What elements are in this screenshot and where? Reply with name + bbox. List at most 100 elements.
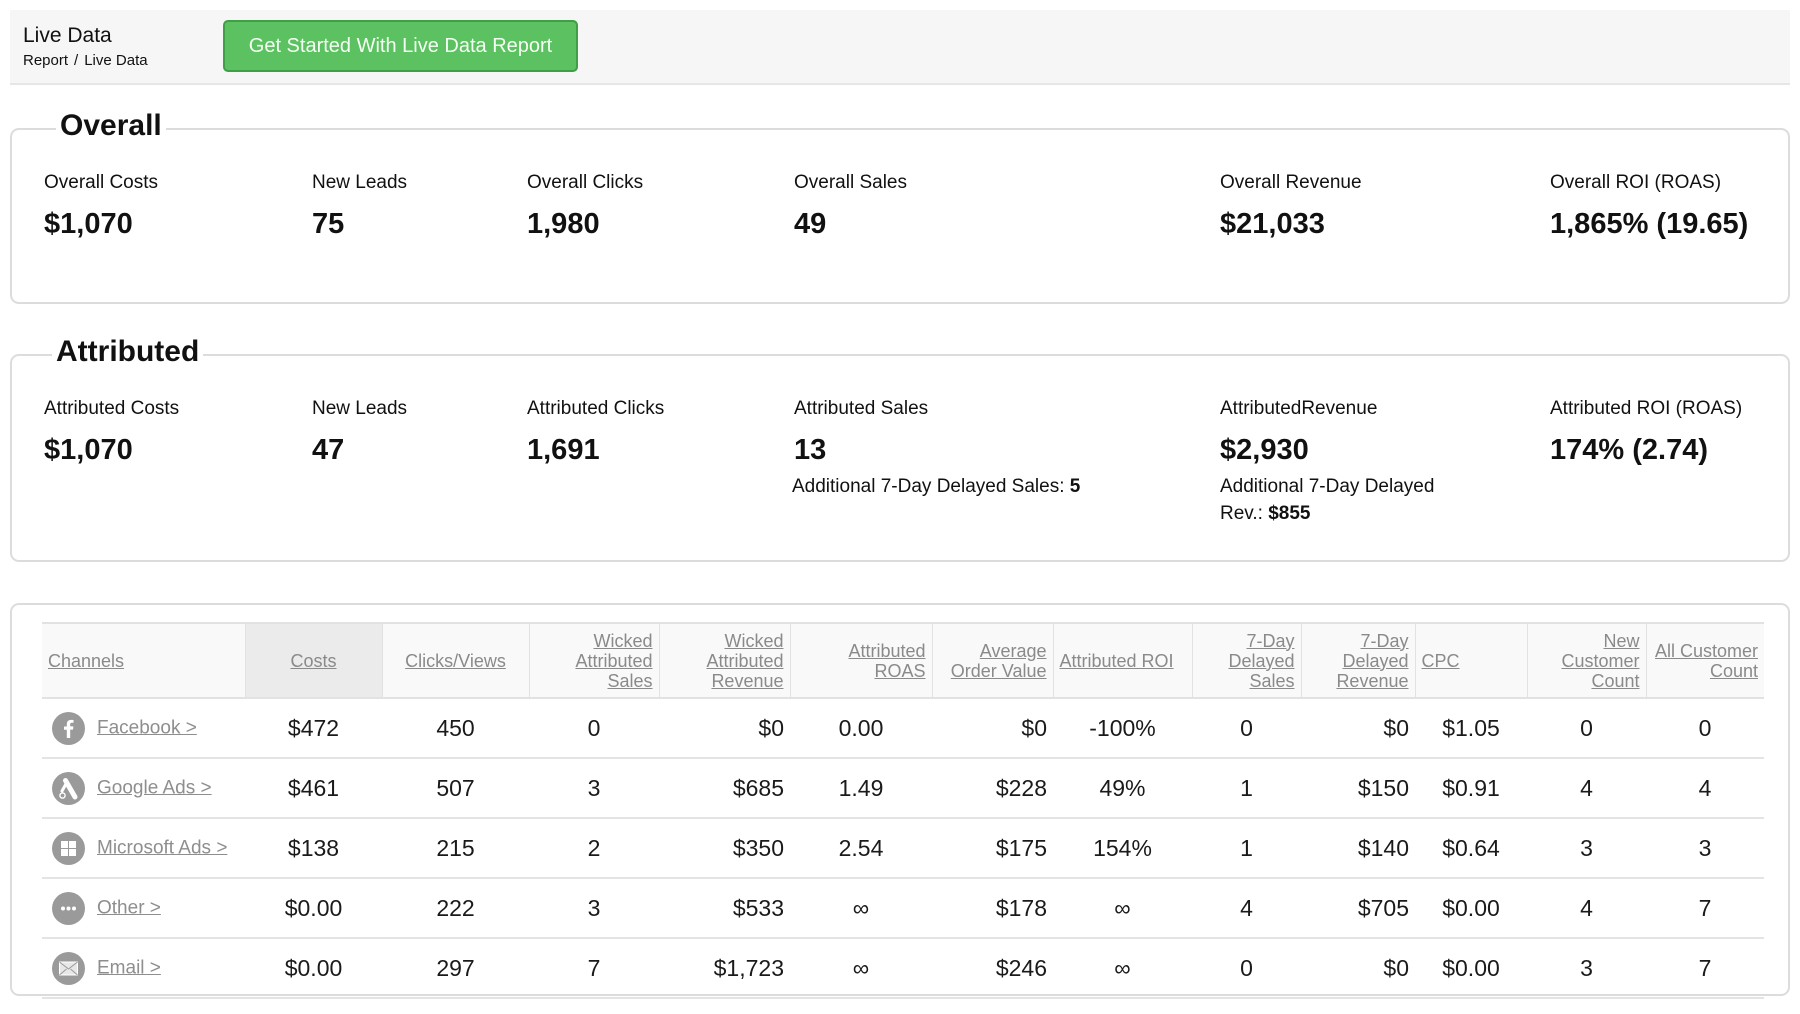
cell-delayed-sales: 1 bbox=[1192, 758, 1301, 819]
col-header-new-customer-count[interactable]: New Customer Count bbox=[1526, 622, 1646, 699]
breadcrumb-separator: / bbox=[74, 52, 79, 69]
cell-cpc: $0.91 bbox=[1415, 758, 1527, 819]
metric-attributed-new-leads: New Leads 47 bbox=[312, 398, 407, 467]
col-header-clicks-views[interactable]: Clicks/Views bbox=[381, 622, 529, 699]
metric-value: 174% (2.74) bbox=[1550, 434, 1708, 466]
metric-label: AttributedRevenue bbox=[1220, 398, 1378, 419]
cell-attributed-roi: 49% bbox=[1053, 758, 1192, 819]
table-header-row: Channels Costs Clicks/Views Wicked Attri… bbox=[42, 622, 1764, 699]
delayed-revenue-note: Additional 7-Day Delayed Rev.: $855 bbox=[1220, 476, 1435, 524]
col-header-attributed-roas[interactable]: Attributed ROAS bbox=[789, 622, 932, 699]
cell-attributed-roi: 154% bbox=[1053, 818, 1192, 879]
get-started-button[interactable]: Get Started With Live Data Report bbox=[223, 20, 578, 72]
cell-wicked-sales: 3 bbox=[529, 758, 659, 819]
cell-wicked-revenue: $1,723 bbox=[659, 938, 790, 999]
breadcrumb: Report / Live Data bbox=[23, 52, 148, 69]
metric-attributed-sales: Attributed Sales 13 Additional 7-Day Del… bbox=[792, 398, 1080, 500]
col-header-attributed-roi[interactable]: Attributed ROI bbox=[1052, 622, 1192, 699]
channel-link[interactable]: Other > bbox=[97, 897, 161, 918]
metric-overall-revenue: Overall Revenue $21,033 bbox=[1220, 172, 1362, 241]
metric-value: 1,865% (19.65) bbox=[1550, 208, 1749, 240]
metric-value: 13 bbox=[794, 434, 827, 466]
metric-attributed-clicks: Attributed Clicks 1,691 bbox=[527, 398, 664, 467]
channel-link[interactable]: Facebook > bbox=[97, 717, 197, 738]
cell-delayed-revenue: $150 bbox=[1301, 758, 1415, 819]
cell-wicked-sales: 0 bbox=[529, 698, 659, 759]
col-header-cpc[interactable]: CPC bbox=[1414, 622, 1527, 699]
cell-new-customer-count: 3 bbox=[1527, 938, 1646, 999]
table-row: Other > $0.00 222 3 $533 ∞ $178 ∞ 4 $705… bbox=[42, 878, 1764, 939]
cell-channel: Email > bbox=[42, 938, 245, 999]
page-title: Live Data bbox=[23, 24, 112, 47]
cell-delayed-revenue: $705 bbox=[1301, 878, 1415, 939]
metric-label: New Leads bbox=[312, 172, 408, 193]
cell-delayed-revenue: $0 bbox=[1301, 938, 1415, 999]
metric-label: Overall ROI (ROAS) bbox=[1550, 172, 1722, 193]
col-header-wicked-sales[interactable]: Wicked Attributed Sales bbox=[528, 622, 659, 699]
cell-new-customer-count: 3 bbox=[1527, 818, 1646, 879]
metric-label: Attributed Clicks bbox=[527, 398, 665, 419]
cell-clicks: 450 bbox=[382, 698, 529, 759]
cell-attributed-roi: ∞ bbox=[1053, 938, 1192, 999]
channel-link[interactable]: Google Ads > bbox=[97, 777, 212, 798]
col-header-wicked-revenue[interactable]: Wicked Attributed Revenue bbox=[658, 622, 790, 699]
cell-clicks: 222 bbox=[382, 878, 529, 939]
cell-new-customer-count: 4 bbox=[1527, 878, 1646, 939]
attributed-panel: Attributed Attributed Costs $1,070 New L… bbox=[10, 334, 1790, 562]
col-header-delayed-revenue[interactable]: 7-Day Delayed Revenue bbox=[1300, 622, 1415, 699]
cell-clicks: 507 bbox=[382, 758, 529, 819]
breadcrumb-item-report[interactable]: Report bbox=[23, 52, 68, 69]
cell-costs: $0.00 bbox=[245, 878, 382, 939]
page-header: Live Data Report / Live Data Get Started W… bbox=[10, 10, 1790, 85]
metric-label: Attributed ROI (ROAS) bbox=[1550, 398, 1743, 419]
attributed-title: Attributed bbox=[52, 334, 204, 370]
metric-value: $2,930 bbox=[1220, 434, 1309, 466]
col-header-costs[interactable]: Costs bbox=[244, 622, 382, 699]
cell-attributed-roas: 0.00 bbox=[790, 698, 932, 759]
cell-delayed-revenue: $0 bbox=[1301, 698, 1415, 759]
cell-new-customer-count: 0 bbox=[1527, 698, 1646, 759]
cell-delayed-sales: 0 bbox=[1192, 698, 1301, 759]
metric-value: 49 bbox=[794, 208, 827, 240]
cell-average-order-value: $246 bbox=[932, 938, 1053, 999]
metric-label: Overall Sales bbox=[794, 172, 907, 193]
cell-channel: Facebook > bbox=[42, 698, 245, 759]
col-header-all-customer-count[interactable]: All Customer Count bbox=[1645, 622, 1764, 699]
cell-cpc: $1.05 bbox=[1415, 698, 1527, 759]
cell-wicked-sales: 2 bbox=[529, 818, 659, 879]
facebook-icon bbox=[52, 711, 85, 745]
cell-all-customer-count: 4 bbox=[1646, 758, 1764, 819]
cell-wicked-revenue: $685 bbox=[659, 758, 790, 819]
cell-cpc: $0.00 bbox=[1415, 938, 1527, 999]
metric-new-leads: New Leads 75 bbox=[312, 172, 407, 241]
cell-all-customer-count: 3 bbox=[1646, 818, 1764, 879]
metric-label: Overall Clicks bbox=[527, 172, 644, 193]
delayed-sales-note: Additional 7-Day Delayed Sales: 5 bbox=[792, 476, 1081, 497]
microsoft-icon bbox=[52, 831, 85, 865]
table-row: Facebook > $472 450 0 $0 0.00 $0 -100% 0… bbox=[42, 698, 1764, 759]
table-row: Email > $0.00 297 7 $1,723 ∞ $246 ∞ 0 $0… bbox=[42, 938, 1764, 999]
cell-costs: $461 bbox=[245, 758, 382, 819]
more-dots-icon bbox=[52, 891, 85, 925]
col-header-channels[interactable]: Channels bbox=[42, 622, 245, 699]
metric-overall-sales: Overall Sales 49 bbox=[794, 172, 907, 241]
channel-link[interactable]: Email > bbox=[97, 957, 161, 978]
metric-value: 75 bbox=[312, 208, 345, 240]
col-header-average-order-value[interactable]: Average Order Value bbox=[931, 622, 1053, 699]
cell-channel: Google Ads > bbox=[42, 758, 245, 819]
table-row: Google Ads > $461 507 3 $685 1.49 $228 4… bbox=[42, 758, 1764, 819]
channel-link[interactable]: Microsoft Ads > bbox=[97, 837, 227, 858]
cell-average-order-value: $0 bbox=[932, 698, 1053, 759]
cell-delayed-revenue: $140 bbox=[1301, 818, 1415, 879]
cell-average-order-value: $175 bbox=[932, 818, 1053, 879]
metric-overall-clicks: Overall Clicks 1,980 bbox=[527, 172, 643, 241]
col-header-delayed-sales[interactable]: 7-Day Delayed Sales bbox=[1191, 622, 1301, 699]
metric-overall-roi: Overall ROI (ROAS) 1,865% (19.65) bbox=[1550, 172, 1748, 241]
cell-attributed-roas: 2.54 bbox=[790, 818, 932, 879]
metric-attributed-roi: Attributed ROI (ROAS) 174% (2.74) bbox=[1550, 398, 1742, 467]
cell-all-customer-count: 7 bbox=[1646, 938, 1764, 999]
metric-label: Overall Revenue bbox=[1220, 172, 1362, 193]
cell-costs: $138 bbox=[245, 818, 382, 879]
overall-title: Overall bbox=[56, 108, 166, 144]
metric-value: 1,691 bbox=[527, 434, 600, 466]
